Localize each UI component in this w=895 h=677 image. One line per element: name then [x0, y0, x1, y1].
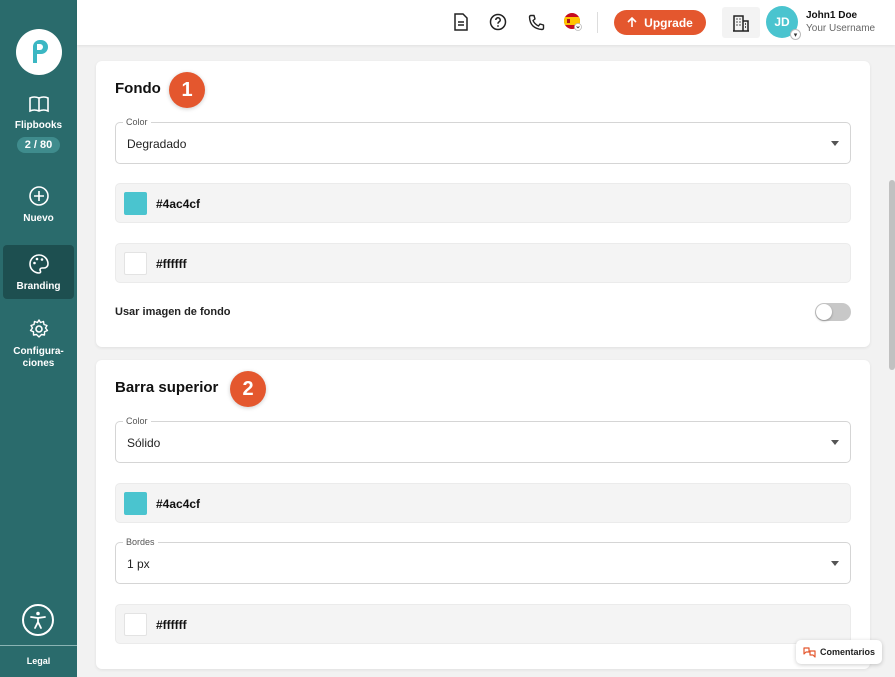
color-swatch[interactable]	[124, 613, 147, 636]
flipbook-count-badge: 2 / 80	[16, 137, 61, 153]
sidebar-item-label: Nuevo	[23, 213, 54, 224]
sidebar-item-label: Flipbooks	[14, 120, 63, 131]
section-barra-superior: Barra superior 2 Color Sólido #4ac4cf Bo…	[96, 360, 870, 669]
caret-down-icon	[831, 440, 839, 445]
topbar-border-color-field[interactable]: #ffffff	[115, 604, 851, 644]
chevron-down-icon: ▾	[790, 29, 801, 40]
sidebar-item-label: Branding	[16, 281, 61, 292]
color-hex-value: #4ac4cf	[156, 197, 201, 211]
user-subtitle: Your Username	[806, 23, 876, 34]
upgrade-label: Upgrade	[644, 15, 693, 30]
sidebar-item-nuevo[interactable]: Nuevo	[3, 185, 74, 225]
feedback-icon	[803, 646, 816, 658]
plus-circle-icon	[28, 186, 49, 206]
select-value: Sólido	[127, 436, 161, 450]
select-label: Color	[123, 416, 151, 426]
upgrade-button[interactable]: Upgrade	[614, 10, 706, 35]
caret-down-icon	[831, 141, 839, 146]
color-hex-value: #ffffff	[156, 618, 187, 632]
background-image-toggle[interactable]	[815, 303, 851, 321]
section-title: Barra superior	[115, 379, 219, 396]
select-label: Bordes	[123, 537, 158, 547]
step-badge: 2	[230, 371, 266, 407]
background-color-select[interactable]: Color Degradado	[115, 117, 851, 164]
feedback-button[interactable]: Comentarios	[796, 640, 882, 664]
accessibility-icon	[30, 611, 46, 629]
color-swatch[interactable]	[124, 252, 147, 275]
sidebar: Flipbooks 2 / 80 Nuevo Branding Configur…	[0, 0, 77, 677]
gradient-color-1-field[interactable]: #4ac4cf	[115, 183, 851, 223]
organization-button[interactable]	[722, 7, 760, 38]
color-swatch[interactable]	[124, 192, 147, 215]
select-label: Color	[123, 117, 151, 127]
legal-link[interactable]: Legal	[0, 656, 77, 666]
scrollbar-thumb[interactable]	[889, 180, 895, 370]
arrow-up-icon	[627, 17, 637, 27]
caret-down-icon	[831, 561, 839, 566]
sidebar-item-flipbooks[interactable]: Flipbooks 2 / 80	[3, 94, 74, 153]
toggle-knob	[816, 304, 832, 320]
select-value: Degradado	[127, 137, 187, 151]
section-fondo: Fondo 1 Color Degradado #4ac4cf #ffffff …	[96, 61, 870, 347]
user-avatar[interactable]: JD ▾	[766, 6, 801, 40]
color-hex-value: #4ac4cf	[156, 497, 201, 511]
avatar-initials: JD	[774, 15, 790, 29]
user-name: John1 Doe	[806, 10, 858, 21]
language-flag-es-icon[interactable]	[563, 12, 583, 32]
logo-icon	[33, 39, 48, 63]
color-swatch[interactable]	[124, 492, 147, 515]
background-image-toggle-label: Usar imagen de fondo	[115, 306, 231, 318]
topbar-color-select[interactable]: Color Sólido	[115, 416, 851, 463]
topbar-color-field[interactable]: #4ac4cf	[115, 483, 851, 523]
top-bar: Upgrade JD ▾ John1 Doe Your Username	[77, 0, 895, 45]
gear-icon	[29, 319, 48, 338]
select-value: 1 px	[127, 557, 150, 571]
sidebar-item-configuraciones[interactable]: Configura- ciones	[3, 318, 74, 370]
topbar-border-select[interactable]: Bordes 1 px	[115, 537, 851, 584]
step-badge: 1	[169, 72, 205, 108]
building-icon	[733, 14, 749, 32]
app-logo[interactable]	[16, 29, 62, 75]
feedback-label: Comentarios	[819, 647, 875, 657]
palette-icon	[28, 254, 49, 274]
help-icon[interactable]	[488, 12, 508, 32]
section-title: Fondo	[115, 80, 161, 97]
sidebar-divider	[0, 645, 77, 646]
document-icon[interactable]	[451, 12, 471, 32]
color-hex-value: #ffffff	[156, 257, 187, 271]
sidebar-item-branding[interactable]: Branding	[3, 245, 74, 299]
topbar-divider	[597, 12, 598, 33]
book-icon	[28, 96, 49, 113]
sidebar-item-label: Configura- ciones	[13, 346, 64, 369]
phone-icon[interactable]	[526, 12, 546, 32]
accessibility-button[interactable]	[22, 604, 54, 636]
gradient-color-2-field[interactable]: #ffffff	[115, 243, 851, 283]
